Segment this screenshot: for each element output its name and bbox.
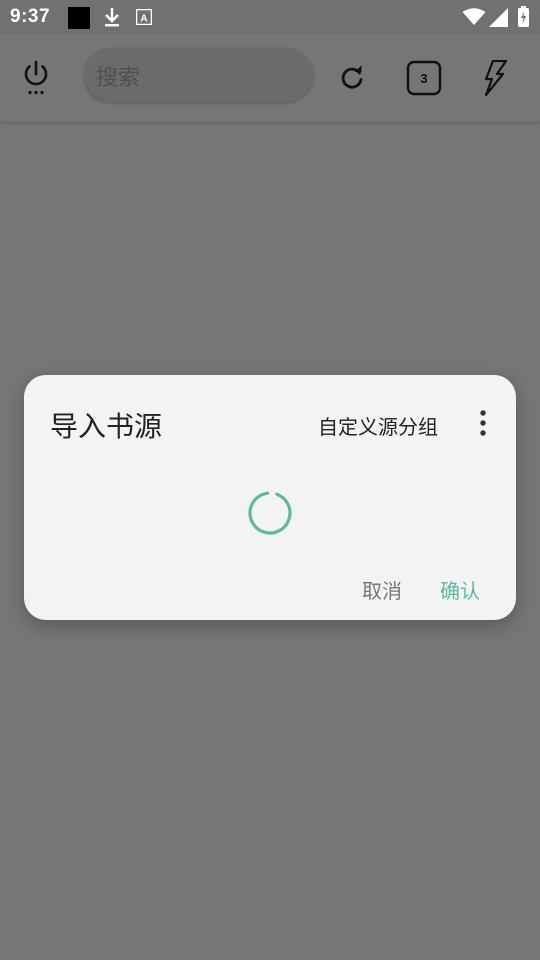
flash-button[interactable] (475, 58, 515, 98)
cancel-button[interactable]: 取消 (362, 575, 402, 604)
tab-count-icon: 3 (406, 60, 442, 96)
wifi-icon (462, 8, 486, 25)
power-button[interactable] (16, 58, 56, 98)
import-source-dialog: 导入书源 自定义源分组 取消 确认 (24, 375, 516, 620)
top-toolbar: 搜索 3 (0, 34, 540, 122)
loading-spinner (248, 491, 292, 535)
tab-count-button[interactable]: 3 (404, 58, 444, 98)
confirm-button[interactable]: 确认 (440, 575, 480, 604)
search-placeholder: 搜索 (96, 66, 141, 91)
signal-icon (489, 8, 508, 27)
power-icon (24, 60, 48, 95)
svg-text:3: 3 (420, 71, 427, 86)
refresh-button[interactable] (332, 58, 372, 98)
refresh-icon (341, 65, 363, 89)
custom-group-button[interactable]: 自定义源分组 (318, 411, 438, 440)
app-square-icon (68, 7, 90, 29)
svg-text:A: A (140, 14, 147, 25)
more-vertical-icon[interactable] (476, 409, 490, 437)
dialog-title: 导入书源 (50, 410, 163, 443)
search-input[interactable]: 搜索 (84, 48, 313, 102)
battery-charging-icon (518, 6, 529, 27)
status-bar: 9:37 A (0, 0, 540, 34)
font-a-icon: A (136, 9, 152, 25)
download-icon (105, 8, 119, 27)
status-time: 9:37 (10, 6, 51, 27)
lightning-icon (484, 60, 508, 96)
